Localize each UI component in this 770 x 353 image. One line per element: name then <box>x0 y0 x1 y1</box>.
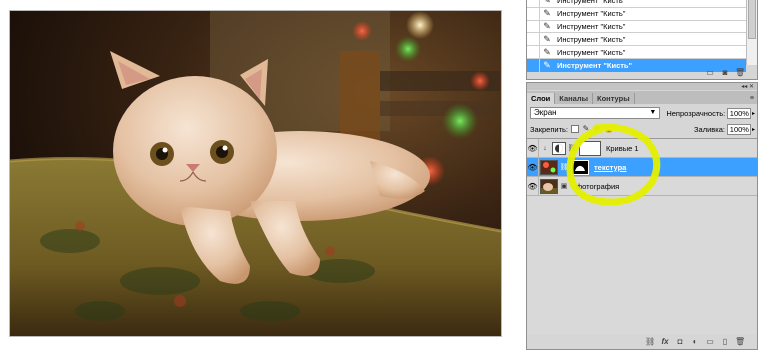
opacity-label: Непрозрачность: <box>666 108 726 118</box>
lock-pixels-icon[interactable]: ✎ <box>582 125 590 133</box>
dropdown-arrow-icon: ▼ <box>649 109 657 116</box>
layer-name[interactable]: фотография <box>576 182 619 191</box>
brush-icon: ✎ <box>543 46 551 57</box>
history-source-checkbox[interactable] <box>527 0 540 7</box>
brush-icon: ✎ <box>543 33 551 44</box>
document-canvas[interactable] <box>10 11 501 336</box>
brush-icon: ✎ <box>543 20 551 31</box>
layers-panel: ◂◂ ✕ Слои Каналы Контуры ≡ Экран ▼ Непро… <box>526 82 758 350</box>
history-state-item[interactable]: ✎ Инструмент "Кисть" <box>527 7 746 21</box>
layer-row-curves[interactable]: 👁 ↓ ⛓ Кривые 1 <box>527 138 757 158</box>
chain-link-icon[interactable]: ⛓ <box>566 144 578 152</box>
layer-name[interactable]: текстура <box>594 163 626 172</box>
history-state-item[interactable]: ✎ Инструмент "Кисть" <box>527 46 746 59</box>
new-snapshot-icon[interactable]: ◙ <box>720 68 730 77</box>
blend-mode-select[interactable]: Экран ▼ <box>530 107 661 119</box>
adjustment-icon[interactable]: ◐ <box>690 337 700 346</box>
layer-mask-thumbnail[interactable] <box>571 159 589 175</box>
history-state-item[interactable]: ✎ Инструмент "Кисть" <box>527 33 746 47</box>
layer-list: 👁 ↓ ⛓ Кривые 1 👁 ⛓ текстура 👁 ▣ фотограф… <box>527 138 757 334</box>
panel-menu-icon[interactable]: ≡ <box>750 93 757 104</box>
history-state-label: Инструмент "Кисть" <box>557 47 626 57</box>
chain-link-icon[interactable]: ⛓ <box>558 163 570 171</box>
new-layer-icon[interactable]: ▯ <box>720 337 730 346</box>
tab-paths[interactable]: Контуры <box>593 93 635 104</box>
fx-icon[interactable]: fx <box>660 337 670 346</box>
new-document-from-state-icon[interactable]: ▭ <box>705 68 715 77</box>
history-scrollbar[interactable] <box>746 0 757 65</box>
layer-name[interactable]: Кривые 1 <box>606 144 639 153</box>
kitten-photo <box>10 11 501 336</box>
layers-footer: ⛓ fx ◘ ◐ ▭ ▯ 🗑 <box>527 334 757 349</box>
brush-icon: ✎ <box>543 8 551 19</box>
history-source-checkbox[interactable] <box>527 20 540 33</box>
panel-collapse-bar[interactable]: ◂◂ ✕ <box>527 83 757 90</box>
history-state-label: Инструмент "Кисть" <box>557 0 626 6</box>
collapse-icon[interactable]: ◂◂ ✕ <box>741 83 754 90</box>
layer-mask-thumbnail[interactable] <box>579 140 601 156</box>
trash-icon[interactable]: 🗑 <box>735 68 745 77</box>
layer-row-photo[interactable]: 👁 ▣ фотография <box>527 176 757 196</box>
tab-layers[interactable]: Слои <box>527 93 556 104</box>
smart-object-icon: ▣ <box>560 183 568 190</box>
fill-input[interactable]: 100% <box>726 123 751 135</box>
history-source-checkbox[interactable] <box>527 46 540 58</box>
history-state-label: Инструмент "Кисть" <box>557 34 626 44</box>
fill-slider-arrow-icon[interactable]: ▸ <box>752 126 755 133</box>
opacity-input[interactable]: 100% <box>727 107 751 119</box>
link-icon[interactable]: ⛓ <box>645 337 655 346</box>
mask-icon[interactable]: ◘ <box>675 337 685 346</box>
history-panel: ✎ Инструмент "Кисть" ✎ Инструмент "Кисть" ✎ И… <box>526 0 758 80</box>
lock-position-icon[interactable]: ✥ <box>593 125 601 133</box>
tab-channels[interactable]: Каналы <box>555 93 593 104</box>
history-state-item[interactable]: ✎ Инструмент "Кисть" <box>527 20 746 34</box>
panel-tabs: Слои Каналы Контуры ≡ <box>527 91 757 104</box>
visibility-eye-icon[interactable]: 👁 <box>527 157 539 177</box>
history-state-label: Инструмент "Кисть" <box>557 21 626 31</box>
trash-icon[interactable]: 🗑 <box>735 337 745 346</box>
lock-transparency-icon[interactable] <box>571 125 580 133</box>
layer-thumbnail[interactable] <box>540 159 558 175</box>
history-state-label: Инструмент "Кисть" <box>557 9 626 19</box>
folder-icon[interactable]: ▭ <box>705 337 715 346</box>
adjustment-icon <box>552 141 566 155</box>
layer-thumbnail[interactable] <box>540 178 558 194</box>
lock-label: Закрепить: <box>530 124 569 134</box>
history-footer: ▭ ◙ 🗑 <box>527 65 757 79</box>
brush-icon: ✎ <box>543 0 551 6</box>
visibility-eye-icon[interactable]: 👁 <box>527 176 539 196</box>
fill-label: Заливка: <box>694 124 725 134</box>
opacity-slider-arrow-icon[interactable]: ▸ <box>752 110 755 117</box>
blend-row: Экран ▼ Непрозрачность: 100% ▸ <box>530 106 755 120</box>
scrollbar-thumb[interactable] <box>748 0 756 39</box>
history-source-checkbox[interactable] <box>527 7 540 20</box>
history-source-checkbox[interactable] <box>527 33 540 46</box>
clip-arrow-icon: ↓ <box>543 144 547 152</box>
history-state-item[interactable]: ✎ Инструмент "Кисть" <box>527 0 746 8</box>
lock-all-icon[interactable]: 🔒 <box>604 125 614 133</box>
history-list: ✎ Инструмент "Кисть" ✎ Инструмент "Кисть" ✎ И… <box>527 0 746 72</box>
lock-row: Закрепить: ✎ ✥ 🔒 Заливка: 100% ▸ <box>530 123 755 135</box>
blend-mode-value: Экран <box>534 108 557 117</box>
visibility-eye-icon[interactable]: 👁 <box>527 138 539 158</box>
layer-row-texture[interactable]: 👁 ⛓ текстура <box>527 157 757 177</box>
